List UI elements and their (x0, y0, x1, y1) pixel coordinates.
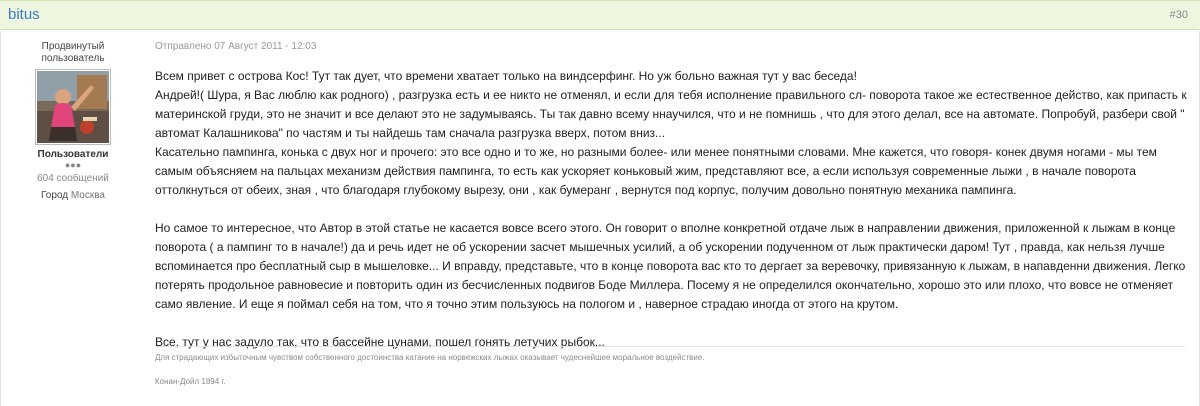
author-panel: Продвинутый пользователь Пользователи ●●… (21, 41, 125, 201)
post-message: Всем привет с острова Кос! Тут так дует,… (155, 67, 1187, 352)
signature-author: Конан-Дойл 1894 г. (155, 377, 226, 386)
signature: Для страдающих избыточным чувством собст… (155, 353, 1185, 387)
post-number-link[interactable]: #30 (1170, 9, 1188, 21)
avatar-image (37, 71, 109, 143)
signature-divider (155, 346, 1185, 347)
author-city-value: Москва (70, 190, 105, 201)
avatar[interactable] (35, 69, 111, 145)
author-city-label: Город (41, 190, 69, 201)
signature-text: Для страдающих избыточным чувством собст… (155, 353, 705, 362)
message-paragraph: Все, тут у нас задуло так, что в бассейн… (155, 335, 605, 349)
author-post-count: 604 сообщений (37, 173, 109, 184)
post-content: Отправлено 07 Август 2011 - 12:03 Всем п… (155, 41, 1187, 352)
message-paragraph: Всем привет с острова Кос! Тут так дует,… (155, 69, 857, 83)
post-body: Продвинутый пользователь Пользователи ●●… (0, 31, 1200, 406)
post-author-link[interactable]: bitus (8, 6, 40, 23)
post-date: Отправлено 07 Август 2011 - 12:03 (155, 41, 317, 52)
rank-pips: ●●● (64, 160, 82, 170)
author-city-row: Город Москва (21, 190, 125, 201)
author-rank: Продвинутый пользователь (41, 41, 105, 64)
message-paragraph: Но самое то интересное, что Автор в этой… (155, 221, 1186, 311)
message-paragraph: Касательно пампинга, конька с двух ног и… (155, 145, 1157, 197)
message-paragraph: Андрей!( Шура, я Вас люблю как родного) … (155, 88, 1187, 140)
post-header: bitus #30 (0, 0, 1200, 30)
author-group: Пользователи (37, 149, 109, 160)
